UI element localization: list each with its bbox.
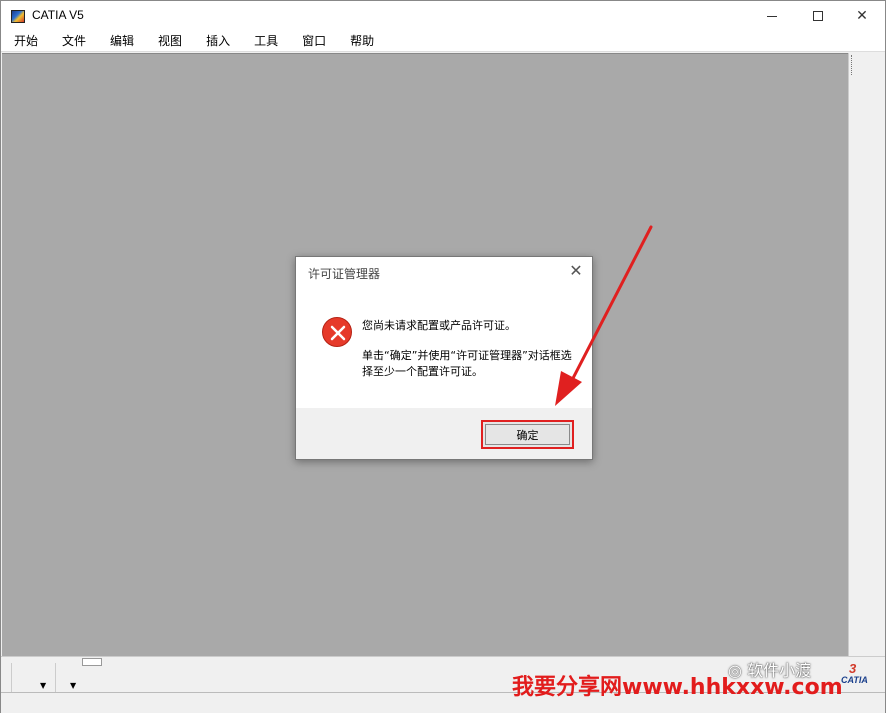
menu-edit[interactable]: 编辑 — [98, 31, 146, 51]
3ds-catia-logo: 3 CATIA — [837, 661, 883, 691]
chevron-down-icon: ▼ — [40, 681, 47, 690]
catia-app-icon[interactable] — [11, 10, 25, 23]
menu-start[interactable]: 开始 — [2, 31, 50, 51]
minimize-icon — [767, 15, 777, 17]
window-title: CATIA V5 — [32, 8, 84, 22]
menu-file[interactable]: 文件 — [50, 31, 98, 51]
menu-help[interactable]: 帮助 — [338, 31, 386, 51]
menu-insert[interactable]: 插入 — [194, 31, 242, 51]
ok-button[interactable]: 确定 — [481, 420, 574, 449]
site-watermark: 我要分享网www.hhkxxw.com — [512, 675, 843, 700]
menu-view[interactable]: 视图 — [146, 31, 194, 51]
catia-logo-text: CATIA — [841, 675, 868, 685]
catia-window: CATIA V5 ✕ 开始 文件 编辑 视图 插入 工具 窗口 帮助 ▼ ▼ 3… — [0, 0, 886, 713]
bottom-combo-2[interactable]: ▼ — [55, 663, 81, 693]
close-icon: ✕ — [856, 8, 868, 24]
dialog-title: 许可证管理器 — [308, 267, 381, 281]
minimize-button[interactable] — [749, 1, 795, 31]
3ds-logo-mark: 3 — [849, 661, 857, 676]
dialog-footer: 确定 — [296, 408, 592, 459]
close-button[interactable]: ✕ — [839, 1, 885, 31]
maximize-icon — [813, 11, 823, 21]
toolbar-grip-handle[interactable] — [851, 55, 854, 75]
right-toolbar-dock[interactable] — [848, 53, 885, 656]
menu-bar: 开始 文件 编辑 视图 插入 工具 窗口 帮助 — [1, 31, 885, 52]
bottom-combo-1[interactable]: ▼ — [11, 663, 55, 693]
dialog-message-line1: 您尚未请求配置或产品许可证。 — [362, 319, 516, 332]
menu-window[interactable]: 窗口 — [290, 31, 338, 51]
error-icon — [322, 317, 352, 347]
toolbar-mini-tab[interactable] — [82, 658, 102, 666]
title-bar[interactable]: CATIA V5 ✕ — [1, 1, 885, 31]
chevron-down-icon: ▼ — [70, 681, 77, 690]
menu-tools[interactable]: 工具 — [242, 31, 290, 51]
license-manager-dialog: 许可证管理器 ✕ 您尚未请求配置或产品许可证。 单击“确定”并使用“许可证管理器… — [295, 256, 593, 460]
ok-button-focus-ring — [485, 424, 570, 445]
maximize-button[interactable] — [795, 1, 841, 31]
dialog-close-button[interactable]: ✕ — [568, 261, 584, 281]
dialog-message-line2: 单击“确定”并使用“许可证管理器”对话框选择至少一个配置许可证。 — [362, 349, 572, 378]
